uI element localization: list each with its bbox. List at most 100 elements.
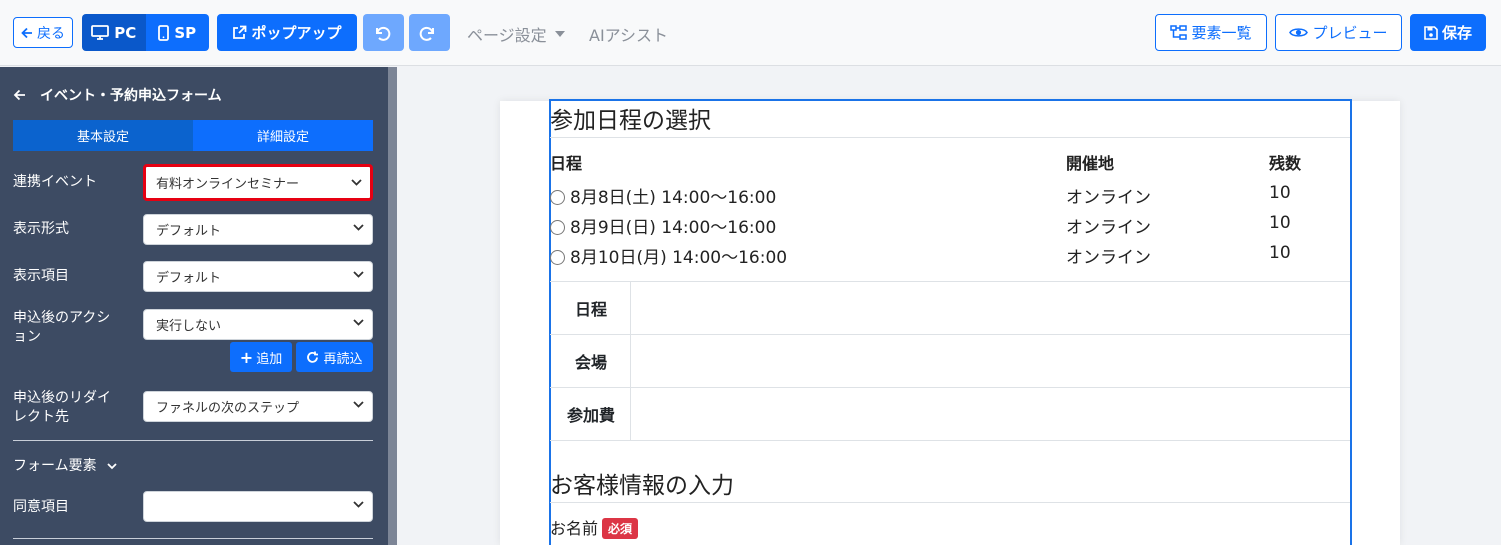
preview-button[interactable]: プレビュー xyxy=(1275,14,1402,51)
section-title-schedule: 参加日程の選択 xyxy=(550,108,711,134)
element-list-button[interactable]: 要素一覧 xyxy=(1155,14,1267,51)
consent-label: 同意項目 xyxy=(13,499,69,515)
redirect-select[interactable]: ファネルの次のステップ xyxy=(143,391,373,422)
tab-advanced-settings[interactable]: 詳細設定 xyxy=(193,120,373,151)
settings-sidebar: イベント・予約申込フォーム 基本設定 詳細設定 連携イベント 有料オンラインセミ… xyxy=(0,67,388,545)
table-border xyxy=(550,387,1350,388)
schedule-venue: オンライン xyxy=(1066,218,1151,238)
mobile-icon xyxy=(158,24,170,41)
redo-button[interactable] xyxy=(409,14,450,51)
divider xyxy=(13,440,373,441)
undo-icon xyxy=(375,26,390,41)
display-format-label: 表示形式 xyxy=(13,221,69,237)
sidebar-title: イベント・予約申込フォーム xyxy=(40,88,222,104)
col-header-date: 日程 xyxy=(550,154,583,173)
add-label: 追加 xyxy=(256,351,283,367)
redirect-label: 申込後のリダイレクト先 xyxy=(13,390,111,425)
top-toolbar: 戻る PC SP ポップアップ ページ設定 AIアシスト 要素一覧 プレビュー xyxy=(0,0,1501,66)
popup-button[interactable]: ポップアップ xyxy=(217,14,357,51)
table-border xyxy=(550,281,1350,282)
form-elements-toggle[interactable]: フォーム要素 xyxy=(13,457,117,476)
floppy-disk-icon xyxy=(1424,25,1438,40)
desktop-icon xyxy=(91,25,110,40)
chevron-down-icon xyxy=(353,319,364,326)
back-button[interactable]: 戻る xyxy=(13,17,73,48)
undo-button[interactable] xyxy=(363,14,404,51)
required-badge: 必須 xyxy=(602,518,639,539)
schedule-remaining: 10 xyxy=(1269,213,1291,233)
refresh-icon xyxy=(307,351,319,363)
schedule-remaining: 10 xyxy=(1269,183,1291,203)
ai-assist-label: AIアシスト xyxy=(589,26,669,45)
save-button[interactable]: 保存 xyxy=(1410,14,1486,51)
caret-down-icon xyxy=(554,31,565,37)
consent-select[interactable] xyxy=(143,491,373,522)
popup-label: ポップアップ xyxy=(251,24,342,42)
sidebar-header: イベント・予約申込フォーム xyxy=(13,85,222,105)
sp-view-button[interactable]: SP xyxy=(145,14,209,51)
sidebar-tabs: 基本設定 詳細設定 xyxy=(13,120,373,151)
divider xyxy=(13,538,373,539)
schedule-date: 8月10日(月) 14:00〜16:00 xyxy=(570,248,788,268)
section-title-customer-info: お客様情報の入力 xyxy=(550,473,734,499)
radio-button[interactable] xyxy=(550,190,565,205)
element-list-label: 要素一覧 xyxy=(1191,24,1252,42)
display-items-value: デフォルト xyxy=(156,271,222,286)
divider xyxy=(550,502,1350,503)
post-apply-action-select[interactable]: 実行しない xyxy=(143,309,373,340)
schedule-date: 8月8日(土) 14:00〜16:00 xyxy=(570,188,777,208)
schedule-option[interactable]: 8月9日(日) 14:00〜16:00 xyxy=(550,213,776,238)
preview-label: プレビュー xyxy=(1312,24,1388,42)
reload-button[interactable]: 再読込 xyxy=(296,342,373,372)
display-items-select[interactable]: デフォルト xyxy=(143,261,373,292)
chevron-down-icon xyxy=(106,463,117,470)
name-label: お名前 xyxy=(550,519,599,538)
display-format-value: デフォルト xyxy=(156,224,222,239)
schedule-option[interactable]: 8月10日(月) 14:00〜16:00 xyxy=(550,243,787,268)
schedule-venue: オンライン xyxy=(1066,248,1151,268)
display-items-label: 表示項目 xyxy=(13,268,69,284)
add-button[interactable]: + 追加 xyxy=(230,342,292,372)
divider xyxy=(550,137,1350,138)
form-elements-label: フォーム要素 xyxy=(13,458,97,474)
arrow-left-icon[interactable] xyxy=(13,89,26,101)
table-border xyxy=(550,440,1350,441)
sidebar-scrollbar[interactable] xyxy=(388,67,397,545)
radio-button[interactable] xyxy=(550,220,565,235)
detail-label-venue: 会場 xyxy=(574,353,607,372)
eye-icon xyxy=(1289,28,1309,37)
table-border xyxy=(550,334,1350,335)
chevron-down-icon xyxy=(353,271,364,278)
back-label: 戻る xyxy=(37,25,65,42)
ai-assist-menu[interactable]: AIアシスト xyxy=(589,22,668,46)
external-link-icon xyxy=(233,25,247,39)
arrow-left-icon xyxy=(21,27,32,38)
tab-basic-settings[interactable]: 基本設定 xyxy=(13,120,193,151)
radio-button[interactable] xyxy=(550,250,565,265)
pc-label: PC xyxy=(114,23,137,42)
display-format-select[interactable]: デフォルト xyxy=(143,214,373,245)
plus-icon: + xyxy=(239,347,254,367)
chevron-down-icon xyxy=(353,401,364,408)
linked-event-select[interactable]: 有料オンラインセミナー xyxy=(143,164,373,201)
detail-label-fee: 参加費 xyxy=(566,406,615,425)
page-settings-menu[interactable]: ページ設定 xyxy=(467,22,565,46)
redo-icon xyxy=(419,26,434,41)
post-apply-action-label: 申込後のアクション xyxy=(13,310,111,345)
linked-event-value: 有料オンラインセミナー xyxy=(156,177,300,192)
chevron-down-icon xyxy=(351,179,362,186)
chevron-down-icon xyxy=(353,224,364,231)
pc-view-button[interactable]: PC xyxy=(82,14,146,51)
sitemap-icon xyxy=(1170,25,1188,40)
schedule-remaining: 10 xyxy=(1269,243,1291,263)
schedule-date: 8月9日(日) 14:00〜16:00 xyxy=(570,218,777,238)
col-header-remaining: 残数 xyxy=(1269,154,1302,173)
schedule-venue: オンライン xyxy=(1066,188,1151,208)
sp-label: SP xyxy=(174,23,197,42)
linked-event-label: 連携イベント xyxy=(13,174,97,190)
schedule-option[interactable]: 8月8日(土) 14:00〜16:00 xyxy=(550,183,776,208)
reload-label: 再読込 xyxy=(323,351,363,367)
col-header-venue: 開催地 xyxy=(1066,154,1115,173)
device-toggle: PC SP xyxy=(82,14,209,51)
redirect-value: ファネルの次のステップ xyxy=(156,401,300,416)
